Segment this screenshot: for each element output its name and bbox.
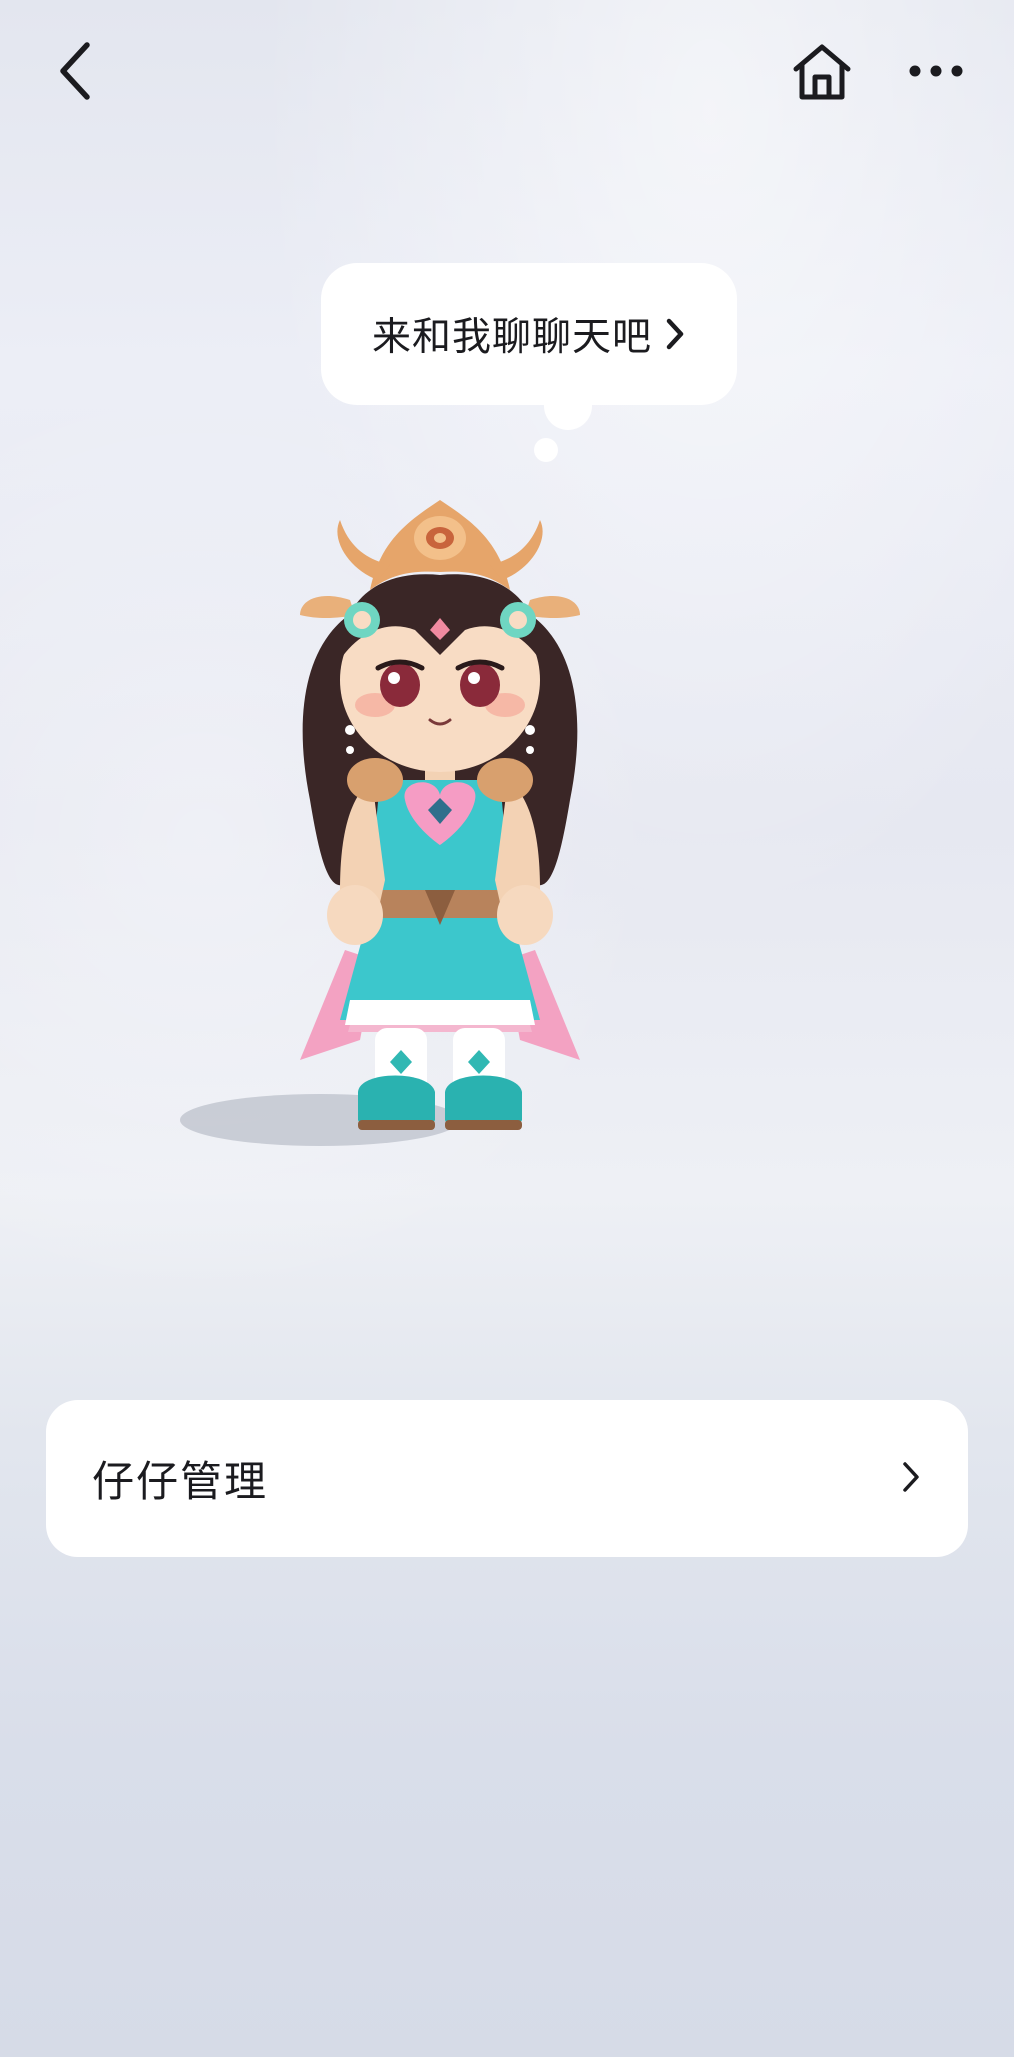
more-horizontal-icon — [908, 63, 964, 82]
home-icon — [791, 43, 853, 105]
bubble-tail-dot-small — [534, 438, 558, 462]
avatar-character[interactable] — [150, 480, 710, 1190]
bubble-tail-dot — [544, 400, 592, 430]
home-button[interactable] — [782, 34, 862, 114]
avatar-manage-button[interactable]: 仔仔管理 — [46, 1400, 968, 1557]
more-button[interactable] — [898, 40, 973, 105]
chevron-left-icon — [55, 41, 95, 105]
chat-prompt-text: 来和我聊聊天吧 — [371, 315, 652, 360]
back-button[interactable] — [40, 30, 110, 115]
avatar-manage-label: 仔仔管理 — [92, 1457, 269, 1506]
avatar-character-image — [180, 500, 580, 1146]
chevron-right-icon — [664, 317, 686, 351]
chevron-right-icon — [900, 1460, 922, 1498]
chat-prompt-bubble[interactable]: 来和我聊聊天吧 — [321, 263, 737, 405]
